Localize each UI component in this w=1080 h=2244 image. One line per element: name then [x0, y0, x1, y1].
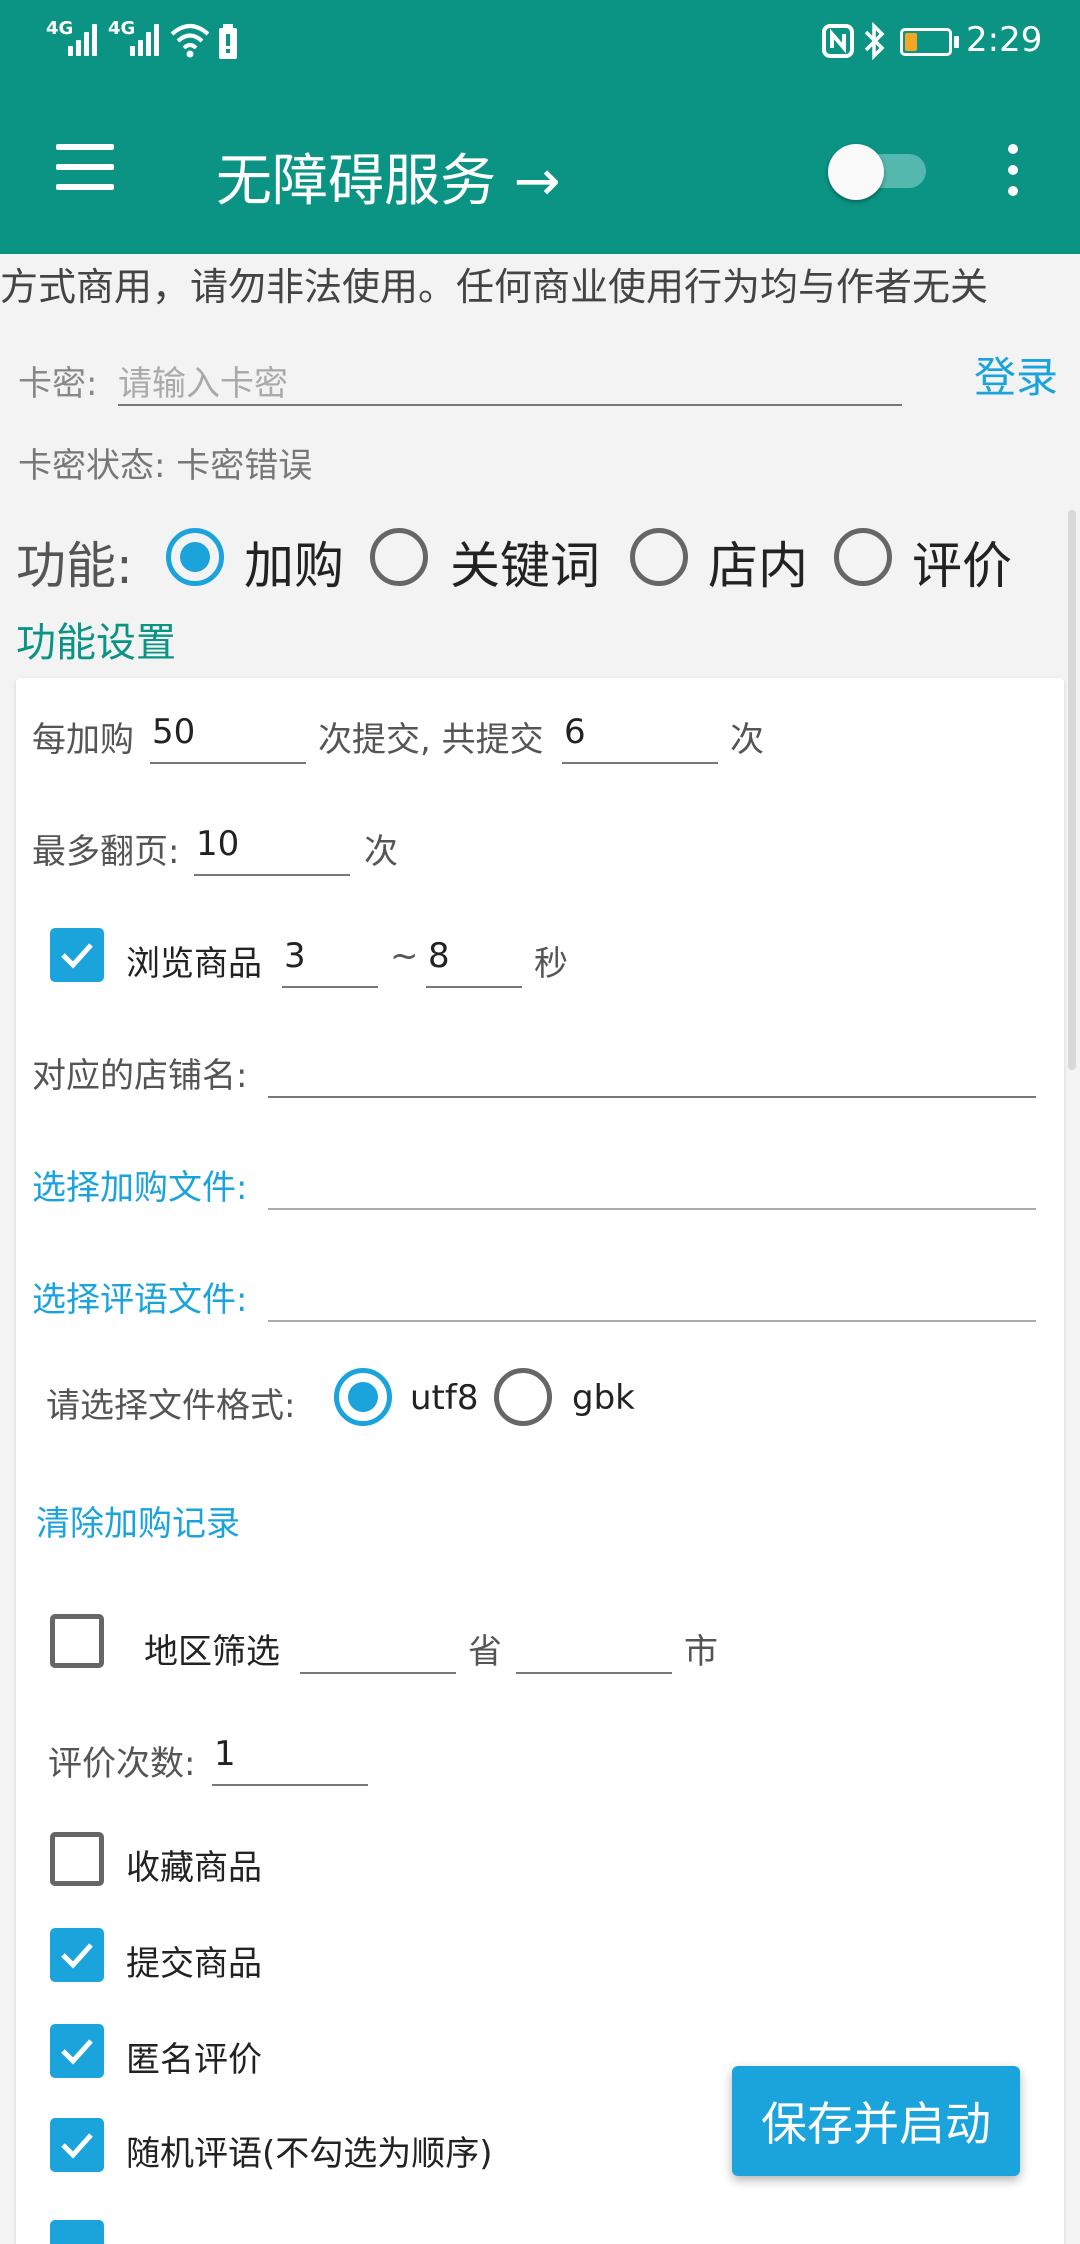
- nfc-icon: [822, 24, 854, 58]
- max-pages-value: 10: [196, 824, 240, 864]
- browse-max-input[interactable]: 8: [426, 926, 522, 988]
- review-count-input[interactable]: 1: [212, 1724, 368, 1786]
- notice-text: 方式商用，请勿非法使用。任何商业使用行为均与作者无关: [0, 265, 989, 309]
- submit-goods-label[interactable]: 提交商品: [126, 1936, 262, 1985]
- max-pages-label: 最多翻页:: [32, 832, 180, 872]
- select-comment-file-button[interactable]: 选择评语文件:: [32, 1272, 247, 1321]
- wifi-icon: [170, 24, 210, 58]
- radio-format-gbk[interactable]: [494, 1368, 552, 1426]
- browse-max-value: 8: [428, 936, 450, 976]
- next-checkbox-partial[interactable]: [50, 2220, 104, 2244]
- signal-icon-2: [130, 22, 162, 56]
- review-count-value: 1: [214, 1734, 236, 1774]
- settings-card: [16, 678, 1064, 2244]
- function-option-add[interactable]: 加购: [244, 526, 344, 598]
- shop-name-input[interactable]: [268, 1036, 1036, 1098]
- per-add-value: 50: [152, 712, 196, 752]
- card-status-value: 卡密错误: [176, 446, 313, 486]
- browse-checkbox[interactable]: [50, 928, 104, 982]
- card-key-input[interactable]: 请输入卡密: [118, 346, 902, 406]
- card-status: 卡密状态: 卡密错误: [18, 438, 312, 487]
- login-button[interactable]: 登录: [974, 344, 1058, 405]
- card-key-placeholder: 请输入卡密: [118, 364, 288, 404]
- clock: 2:29: [966, 20, 1043, 60]
- anonymous-review-label[interactable]: 匿名评价: [126, 2032, 262, 2081]
- radio-function-review[interactable]: [834, 528, 892, 586]
- card-key-label: 卡密:: [18, 364, 98, 404]
- save-and-start-button[interactable]: 保存并启动: [732, 2066, 1020, 2176]
- submit-count-input[interactable]: 6: [562, 702, 718, 764]
- check-icon: [61, 1943, 93, 1969]
- city-unit: 市: [684, 1632, 718, 1672]
- function-option-review[interactable]: 评价: [912, 526, 1012, 598]
- browse-min-input[interactable]: 3: [282, 926, 378, 988]
- browse-unit: 秒: [534, 944, 568, 984]
- max-pages-unit: 次: [364, 832, 398, 872]
- app-bar: 无障碍服务 →: [0, 84, 1080, 254]
- settings-title: 功能设置: [16, 620, 176, 666]
- per-add-label: 每加购: [32, 720, 134, 760]
- format-option-utf8[interactable]: utf8: [410, 1378, 478, 1418]
- radio-format-utf8[interactable]: [334, 1368, 392, 1426]
- region-filter-label[interactable]: 地区筛选: [144, 1624, 280, 1673]
- file-format-label: 请选择文件格式:: [46, 1386, 296, 1426]
- province-input[interactable]: [300, 1612, 456, 1674]
- city-input[interactable]: [516, 1612, 672, 1674]
- submit-label: 次提交, 共提交: [318, 720, 544, 760]
- format-option-gbk[interactable]: gbk: [572, 1378, 635, 1418]
- function-option-in-store[interactable]: 店内: [708, 526, 808, 598]
- status-bar: 4G 4G 2:29: [0, 0, 1080, 84]
- hamburger-menu-icon[interactable]: [56, 144, 114, 190]
- service-toggle[interactable]: [828, 144, 928, 200]
- signal-icon-1: [68, 22, 100, 56]
- function-option-keyword[interactable]: 关键词: [450, 526, 600, 598]
- battery-icon: [900, 28, 952, 56]
- random-comment-label[interactable]: 随机评语(不勾选为顺序): [126, 2126, 493, 2175]
- random-comment-checkbox[interactable]: [50, 2118, 104, 2172]
- bluetooth-icon: [864, 22, 885, 60]
- battery-alert-icon: [219, 24, 237, 59]
- region-filter-checkbox[interactable]: [50, 1614, 104, 1668]
- province-unit: 省: [468, 1632, 502, 1672]
- select-add-file-button[interactable]: 选择加购文件:: [32, 1160, 247, 1209]
- check-icon: [61, 943, 93, 969]
- shop-name-label: 对应的店铺名:: [32, 1056, 248, 1096]
- browse-min-value: 3: [284, 936, 306, 976]
- anonymous-review-checkbox[interactable]: [50, 2024, 104, 2078]
- scrollbar[interactable]: [1068, 510, 1076, 1070]
- favorite-checkbox[interactable]: [50, 1832, 104, 1886]
- browse-tilde: ~: [390, 936, 419, 976]
- battery-tip: [954, 36, 959, 48]
- times-unit: 次: [730, 720, 764, 760]
- radio-function-keyword[interactable]: [370, 528, 428, 586]
- check-icon: [61, 2039, 93, 2065]
- per-add-input[interactable]: 50: [150, 702, 306, 764]
- favorite-label[interactable]: 收藏商品: [126, 1840, 262, 1889]
- radio-function-add[interactable]: [166, 528, 224, 586]
- review-count-label: 评价次数:: [48, 1744, 196, 1784]
- card-status-label: 卡密状态:: [18, 446, 166, 486]
- radio-function-in-store[interactable]: [630, 528, 688, 586]
- check-icon: [61, 2133, 93, 2159]
- submit-count-value: 6: [564, 712, 586, 752]
- max-pages-input[interactable]: 10: [194, 814, 350, 876]
- page-title[interactable]: 无障碍服务 →: [216, 136, 561, 217]
- add-file-path: [268, 1148, 1036, 1210]
- more-vert-icon[interactable]: [1008, 144, 1018, 198]
- submit-goods-checkbox[interactable]: [50, 1928, 104, 1982]
- comment-file-path: [268, 1260, 1036, 1322]
- browse-label[interactable]: 浏览商品: [126, 936, 262, 985]
- clear-records-button[interactable]: 清除加购记录: [36, 1496, 240, 1545]
- function-label: 功能:: [16, 537, 133, 595]
